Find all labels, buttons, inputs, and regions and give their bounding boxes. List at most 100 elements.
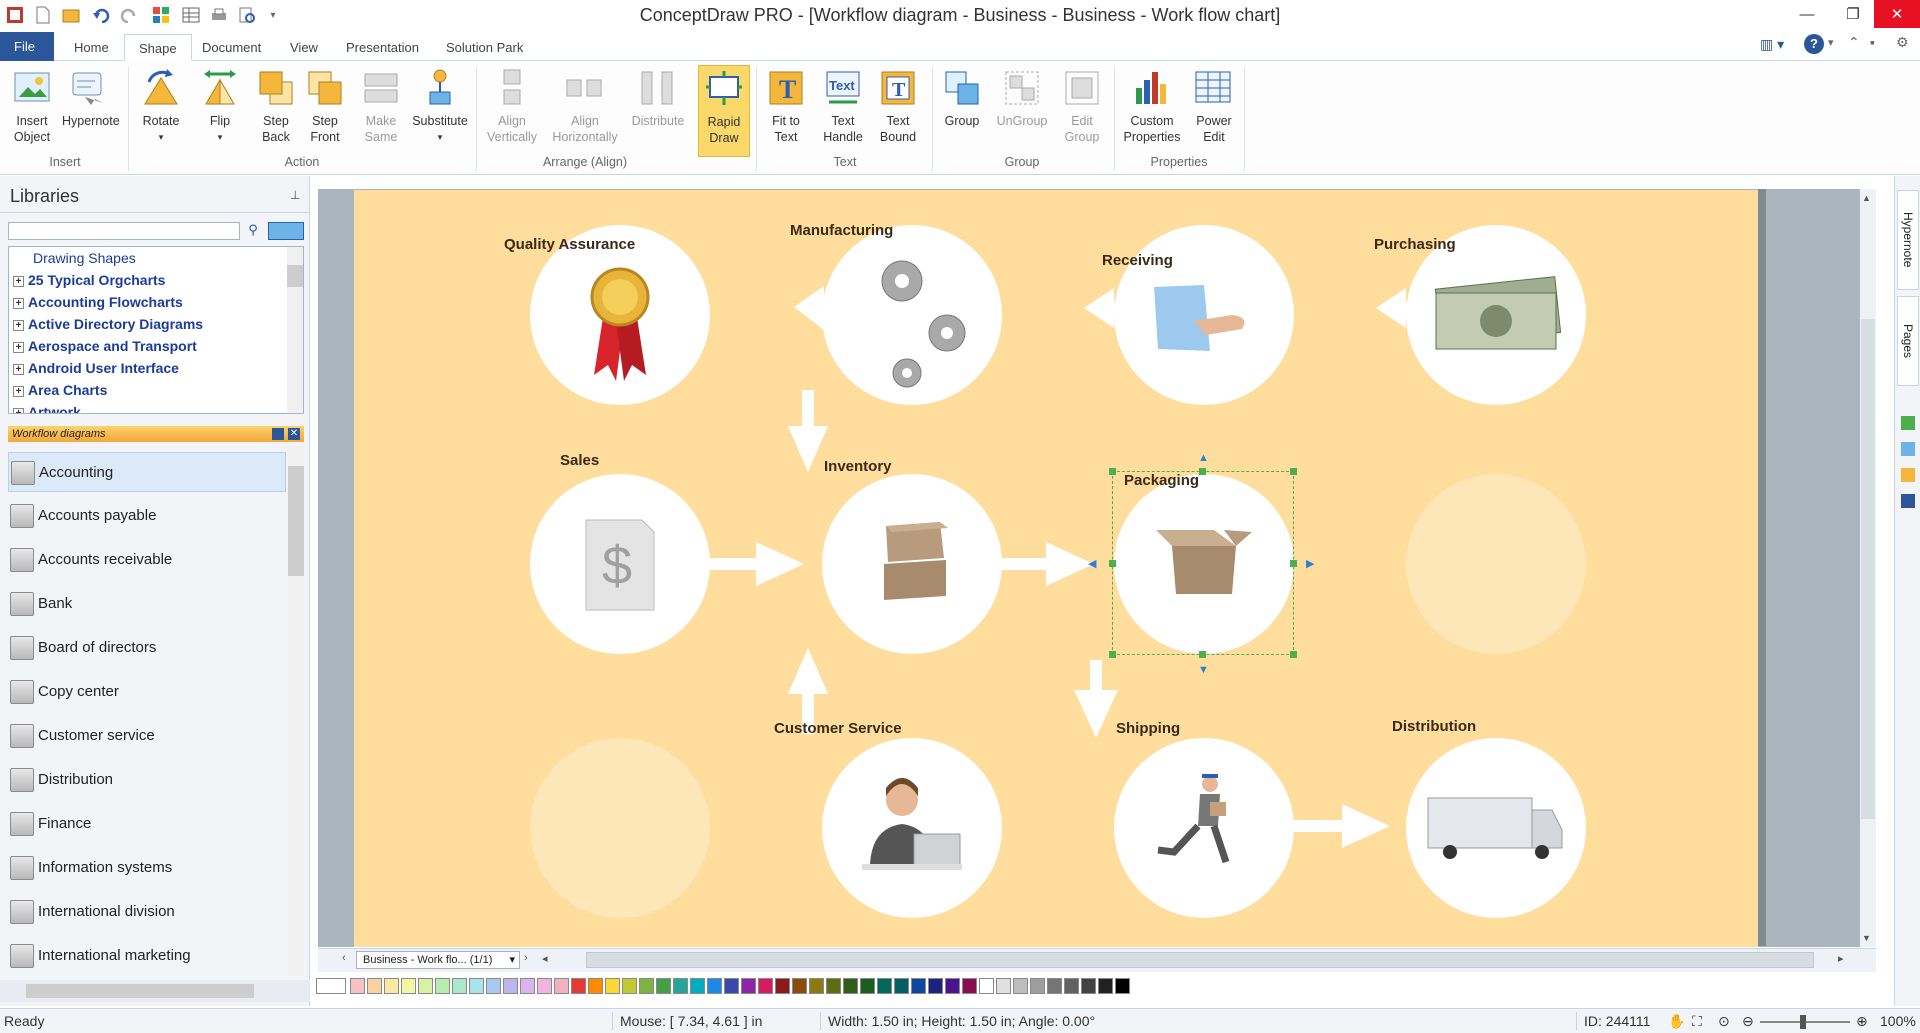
library-shape-item[interactable]: Distribution [8, 760, 286, 800]
tab-view[interactable]: View [276, 34, 332, 61]
node-inventory[interactable] [822, 474, 1002, 654]
color-swatch[interactable] [622, 978, 637, 994]
tab-document[interactable]: Document [188, 34, 275, 61]
panel-hscrollbar[interactable] [0, 980, 310, 1002]
color-swatch[interactable] [979, 978, 994, 994]
tree-item[interactable]: +25 Typical Orgcharts [13, 269, 165, 291]
tree-item[interactable]: + Accounting Flowcharts [13, 291, 183, 313]
page-tab[interactable]: Business - Work flo... (1/1) ▾ [356, 951, 520, 969]
search-icon[interactable]: ⚲ [244, 222, 262, 240]
tree-item[interactable]: + Android User Interface [13, 357, 179, 379]
library-shape-item[interactable]: Accounts receivable [8, 540, 286, 580]
page-next-icon[interactable]: › [524, 952, 528, 964]
tab-presentation[interactable]: Presentation [332, 34, 433, 61]
color-swatch[interactable] [894, 978, 909, 994]
insert-object-button[interactable]: Insert Object [4, 65, 60, 157]
resize-handle[interactable] [1290, 651, 1297, 658]
tab-home[interactable]: Home [60, 34, 123, 61]
scroll-up-icon[interactable]: ▲ [1862, 193, 1871, 203]
zoom-out-icon[interactable]: ⊖ [1742, 1013, 1754, 1030]
color-swatch[interactable] [809, 978, 824, 994]
tab-solution-park[interactable]: Solution Park [432, 34, 537, 61]
format-painter-icon[interactable] [1901, 468, 1915, 482]
color-swatch[interactable] [673, 978, 688, 994]
custom-properties-button[interactable]: Custom Properties [1118, 65, 1186, 157]
page-prev-icon[interactable]: ‹ [342, 952, 356, 970]
tab-shape[interactable]: Shape [124, 34, 192, 61]
hscroll-thumb[interactable] [586, 952, 1814, 968]
tab-file[interactable]: File [0, 32, 54, 61]
tree-scroll-thumb[interactable] [287, 265, 303, 287]
color-swatch[interactable] [724, 978, 739, 994]
library-shape-item[interactable]: International marketing [8, 936, 286, 976]
resize-handle[interactable] [1109, 560, 1116, 567]
tree-item[interactable]: + Area Charts [13, 379, 107, 401]
node-empty-placeholder[interactable] [1406, 474, 1586, 654]
color-swatch[interactable] [588, 978, 603, 994]
expand-icon[interactable]: + [13, 407, 24, 413]
library-options-icon[interactable] [268, 222, 304, 240]
step-back-button[interactable]: Step Back [248, 65, 304, 157]
maximize-button[interactable]: ❐ [1830, 0, 1876, 28]
color-swatch[interactable] [401, 978, 416, 994]
tab-hypernote[interactable]: Hypernote [1897, 190, 1919, 290]
connect-arrow-right-icon[interactable]: ▶ [1306, 557, 1314, 570]
power-edit-button[interactable]: Power Edit [1188, 65, 1240, 157]
node-distribution[interactable] [1406, 738, 1586, 918]
color-swatch[interactable] [656, 978, 671, 994]
expand-icon[interactable]: + [13, 275, 24, 287]
flip-button[interactable]: Flip ▾ [194, 65, 246, 157]
library-shape-item[interactable]: Accounts payable [8, 496, 286, 536]
step-front-button[interactable]: Step Front [298, 65, 352, 157]
color-swatch[interactable] [1098, 978, 1113, 994]
drawing-page[interactable]: Quality Assurance Manufacturing Receivin… [354, 190, 1758, 947]
color-swatch[interactable] [537, 978, 552, 994]
color-swatch[interactable] [1030, 978, 1045, 994]
expand-icon[interactable]: + [13, 319, 24, 331]
color-swatch[interactable] [911, 978, 926, 994]
panel-hscroll-thumb[interactable] [26, 984, 254, 998]
library-shape-item[interactable]: Finance [8, 804, 286, 844]
scroll-down-icon[interactable]: ▼ [1862, 933, 1871, 943]
library-shape-item[interactable]: International division [8, 892, 286, 932]
color-swatch[interactable] [877, 978, 892, 994]
connect-arrow-down-icon[interactable]: ▼ [1198, 664, 1209, 676]
color-swatch[interactable] [758, 978, 773, 994]
library-shape-item[interactable]: Copy center [8, 672, 286, 712]
color-swatch[interactable] [639, 978, 654, 994]
layout-icon[interactable]: ▥ ▾ [1760, 36, 1784, 53]
resize-handle[interactable] [1109, 651, 1116, 658]
library-shape-item[interactable]: Board of directors [8, 628, 286, 668]
help-dropdown-icon[interactable]: ▾ [1828, 36, 1834, 49]
color-swatch[interactable] [860, 978, 875, 994]
connect-arrow-left-icon[interactable]: ◀ [1088, 557, 1096, 570]
tree-item[interactable]: + Active Directory Diagrams [13, 313, 203, 335]
node-customer-service[interactable] [822, 738, 1002, 918]
resize-handle[interactable] [1109, 468, 1116, 475]
text-handle-button[interactable]: Text Text Handle [816, 65, 870, 157]
vscroll-thumb[interactable] [1861, 319, 1875, 819]
no-fill-swatch[interactable] [316, 978, 346, 994]
color-swatch[interactable] [571, 978, 586, 994]
color-swatch[interactable] [452, 978, 467, 994]
library-shape-item[interactable]: Customer service [8, 716, 286, 756]
open-library-bar[interactable]: Workflow diagrams ✕ [8, 426, 304, 442]
color-swatch[interactable] [367, 978, 382, 994]
color-swatch[interactable] [469, 978, 484, 994]
shape-list-scroll-thumb[interactable] [288, 466, 304, 576]
color-swatch[interactable] [486, 978, 501, 994]
node-shipping[interactable] [1114, 738, 1294, 918]
color-swatch[interactable] [945, 978, 960, 994]
zoom-in-icon[interactable]: ⊕ [1856, 1013, 1868, 1030]
group-button[interactable]: Group [936, 65, 988, 157]
distribute-button[interactable]: Distribute [626, 65, 690, 157]
substitute-button[interactable]: Substitute ▾ [410, 65, 470, 157]
node-empty-placeholder[interactable] [530, 738, 710, 918]
hscroll-right-icon[interactable]: ▸ [1838, 952, 1844, 965]
close-button[interactable]: ✕ [1874, 0, 1920, 28]
connect-arrow-up-icon[interactable]: ▲ [1198, 452, 1209, 464]
color-swatch[interactable] [605, 978, 620, 994]
text-bound-button[interactable]: T Text Bound [872, 65, 924, 157]
library-shape-item[interactable]: Accounting [8, 452, 286, 492]
expand-icon[interactable]: + [13, 363, 24, 375]
